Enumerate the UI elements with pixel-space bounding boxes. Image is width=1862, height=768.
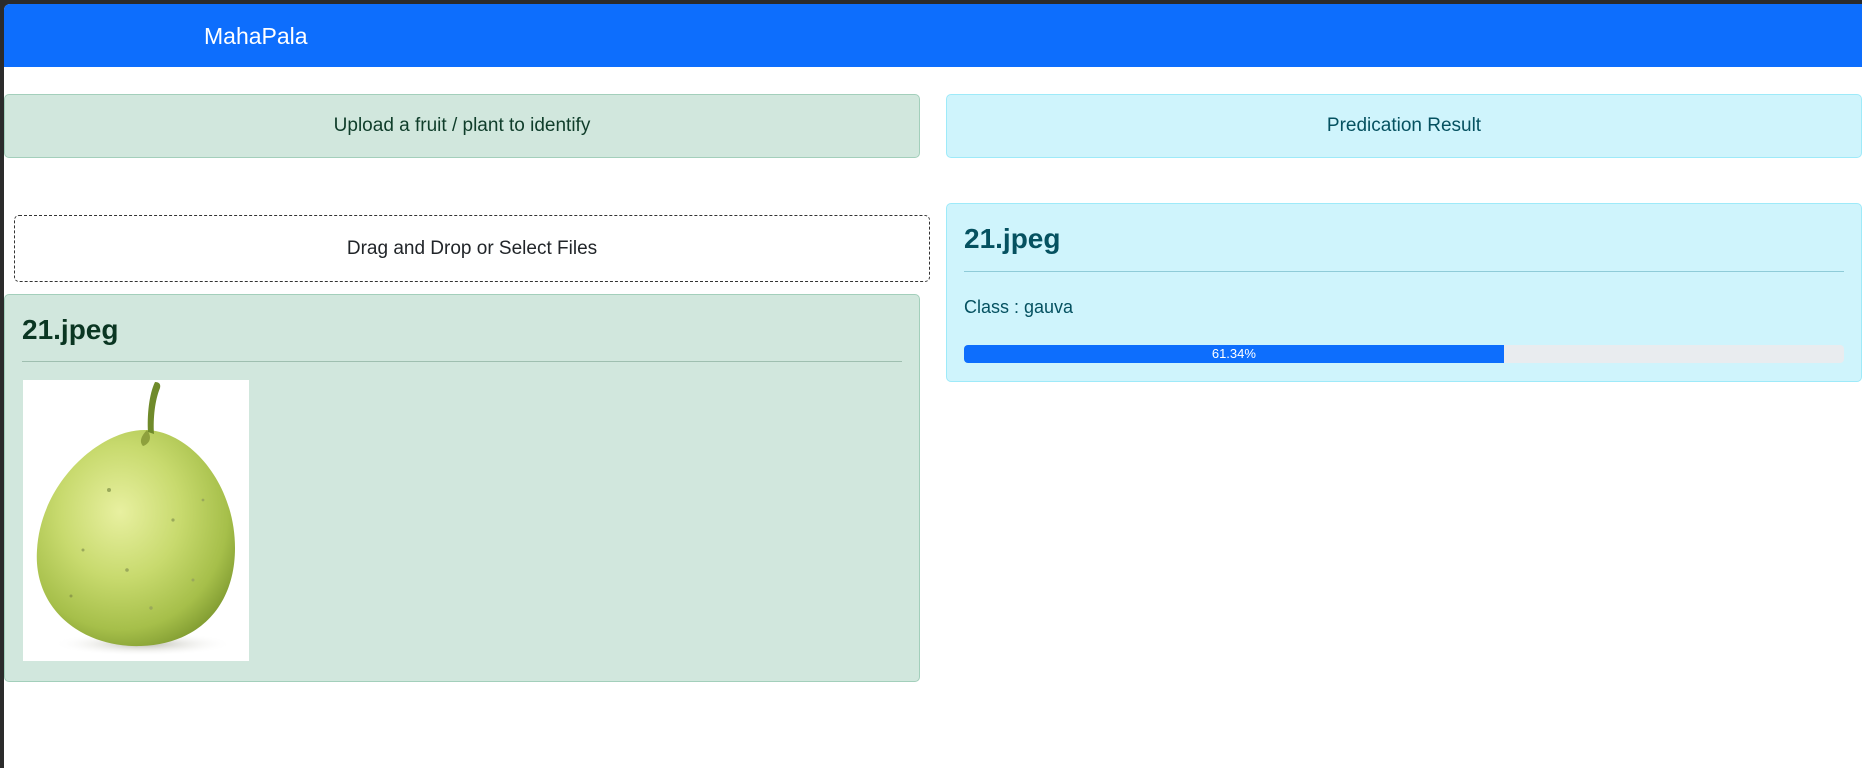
predicted-class-text: Class : gauva [964, 297, 1074, 317]
uploaded-file-card: 21.jpeg [4, 294, 920, 682]
uploaded-file-title: 21.jpeg [22, 314, 119, 345]
confidence-progress-fill: 61.34% [964, 345, 1504, 363]
top-navbar: MahaPala [4, 4, 1862, 67]
upload-header-text: Upload a fruit / plant to identify [333, 115, 591, 136]
upload-header-alert: Upload a fruit / plant to identify [4, 94, 920, 158]
result-file-title: 21.jpeg [964, 223, 1061, 254]
app-viewport: MahaPala Upload a fruit / plant to ident… [4, 4, 1862, 768]
result-card-divider [964, 271, 1844, 272]
uploaded-image-preview [23, 380, 249, 661]
file-dropzone[interactable]: Drag and Drop or Select Files [14, 215, 930, 282]
guava-image [23, 380, 249, 661]
result-header-alert: Predication Result [946, 94, 1862, 158]
brand-link[interactable]: MahaPala [204, 22, 308, 50]
dropzone-label: Drag and Drop or Select Files [346, 237, 598, 259]
confidence-progress-bar: 61.34% [964, 345, 1844, 363]
result-header-text: Predication Result [1326, 115, 1482, 136]
uploaded-card-divider [22, 361, 902, 362]
prediction-result-card: 21.jpeg Class : gauva 61.34% [946, 203, 1862, 382]
